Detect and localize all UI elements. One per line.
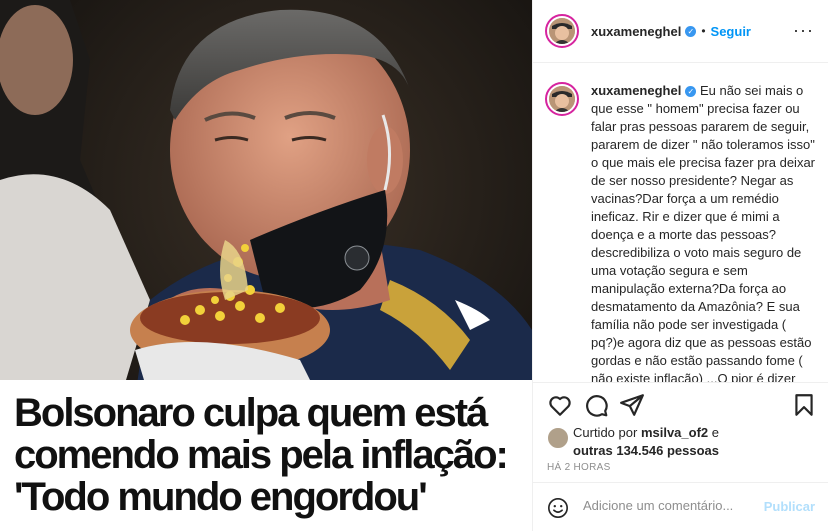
avatar[interactable] xyxy=(545,14,579,48)
post-header: xuxameneghel ✓ • Seguir ··· xyxy=(533,0,828,63)
avatar-image xyxy=(549,86,575,112)
bookmark-icon[interactable] xyxy=(791,392,817,418)
post-timestamp[interactable]: HÁ 2 HORAS xyxy=(547,462,611,473)
likes-others-link[interactable]: outras 134.546 pessoas xyxy=(573,443,719,458)
avatar-image xyxy=(549,18,575,44)
liker-avatar[interactable] xyxy=(547,427,569,449)
publish-button[interactable]: Publicar xyxy=(764,499,815,514)
caption: xuxameneghel ✓ Eu não sei mais o que esse… xyxy=(591,82,817,383)
caption-avatar[interactable] xyxy=(545,82,579,116)
news-headline-overlay: Bolsonaro culpa quem está comendo mais p… xyxy=(0,380,532,531)
caption-username[interactable]: xuxameneghel xyxy=(591,83,681,98)
likes-summary: Curtido por msilva_of2 e outras 134.546 … xyxy=(547,424,817,460)
heart-icon[interactable] xyxy=(547,392,573,418)
headline-line: Bolsonaro culpa quem está xyxy=(14,391,488,435)
comment-icon[interactable] xyxy=(583,392,609,418)
verified-badge-icon: ✓ xyxy=(685,25,697,37)
headline-line: comendo mais pela inflação: xyxy=(14,433,509,477)
liker-username[interactable]: msilva_of2 xyxy=(641,425,708,440)
emoji-icon[interactable] xyxy=(547,497,569,519)
caption-text: Eu não sei mais o que esse " homem" prec… xyxy=(591,83,816,383)
post-side-panel: xuxameneghel ✓ • Seguir ··· xuxameneghel… xyxy=(532,0,828,531)
caption-scroll-area[interactable]: xuxameneghel ✓ Eu não sei mais o que esse… xyxy=(533,64,828,383)
follow-button[interactable]: Seguir xyxy=(711,24,751,39)
headline-line: 'Todo mundo engordou' xyxy=(14,475,428,519)
likes-connector: e xyxy=(711,425,719,440)
share-icon[interactable] xyxy=(619,392,645,418)
verified-badge-icon: ✓ xyxy=(685,86,697,98)
more-options-icon[interactable]: ··· xyxy=(793,20,814,41)
comment-form: Publicar xyxy=(533,482,828,531)
separator-dot: • xyxy=(701,24,706,38)
post-username[interactable]: xuxameneghel xyxy=(591,24,681,39)
instagram-post-view: Bolsonaro culpa quem está comendo mais p… xyxy=(0,0,828,531)
post-image[interactable]: Bolsonaro culpa quem está comendo mais p… xyxy=(0,0,532,531)
comment-input[interactable] xyxy=(583,498,753,513)
action-bar xyxy=(533,392,828,422)
likes-prefix: Curtido por xyxy=(573,425,638,440)
